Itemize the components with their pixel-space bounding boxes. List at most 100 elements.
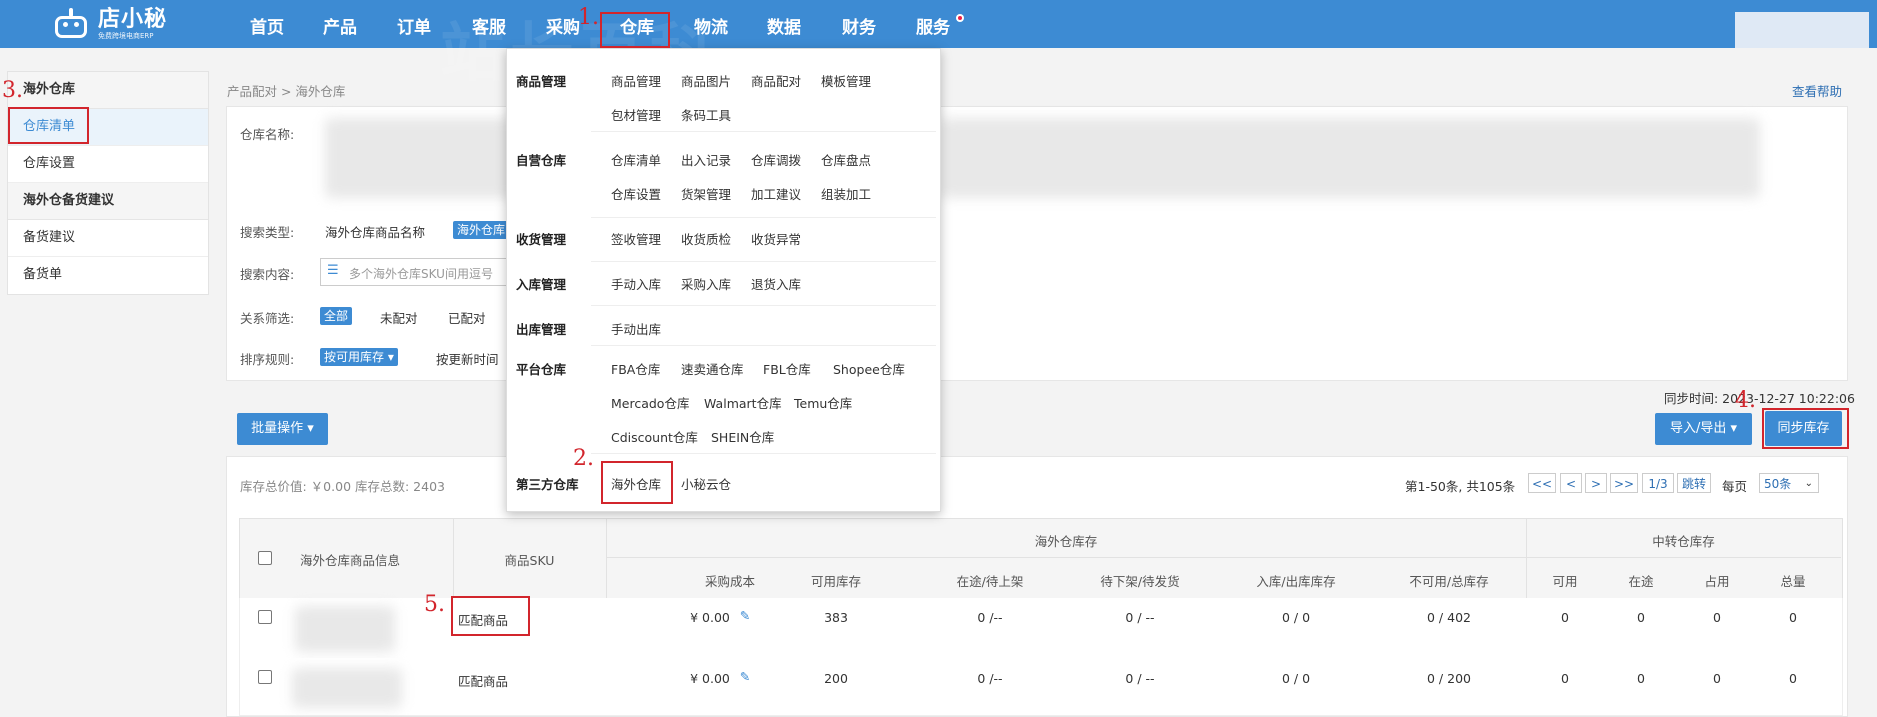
notification-dot-icon xyxy=(956,14,964,22)
dd-item[interactable]: 货架管理 xyxy=(681,184,731,203)
user-account-area[interactable] xyxy=(1735,12,1869,48)
relation-paired[interactable]: 已配对 xyxy=(448,308,486,327)
breadcrumb: 产品配对 > 海外仓库 xyxy=(227,84,346,99)
dd-item[interactable]: FBA仓库 xyxy=(611,359,660,378)
dd-cat-third-party-warehouse: 第三方仓库 xyxy=(516,477,579,492)
nav-order[interactable]: 订单 xyxy=(397,0,431,48)
product-thumbnail[interactable] xyxy=(292,668,402,708)
search-placeholder: 多个海外仓库SKU间用逗号 xyxy=(349,267,493,281)
dd-item[interactable]: 仓库设置 xyxy=(611,184,661,203)
sort-label: 排序规则: xyxy=(240,352,295,367)
pager-range: 第1-50条, 共105条 xyxy=(1405,479,1516,494)
sidebar-item-stock-order[interactable]: 备货单 xyxy=(8,257,208,293)
select-all-checkbox[interactable] xyxy=(258,551,272,565)
dd-item[interactable]: 仓库盘点 xyxy=(821,150,871,169)
sync-time: 同步时间: 2023-12-27 10:22:06 xyxy=(1664,391,1855,406)
nav-logistics[interactable]: 物流 xyxy=(694,0,728,48)
cell-transit-available: 0 xyxy=(1561,671,1569,686)
dd-item[interactable]: 退货入库 xyxy=(751,274,801,293)
pager-page-indicator[interactable]: 1/3 xyxy=(1642,473,1674,493)
dd-item[interactable]: 采购入库 xyxy=(681,274,731,293)
batch-actions-button[interactable]: 批量操作 ▾ xyxy=(237,413,328,445)
cell-unavailable-total: 0 / 402 xyxy=(1427,610,1471,625)
th-in-out-stock: 入库/出库库存 xyxy=(1256,574,1336,589)
nav-home[interactable]: 首页 xyxy=(250,0,284,48)
dd-item[interactable]: 包材管理 xyxy=(611,105,661,124)
dd-item[interactable]: 商品图片 xyxy=(681,71,731,90)
import-export-button[interactable]: 导入/导出 ▾ xyxy=(1655,413,1752,445)
sort-by-available[interactable]: 按可用库存 ▾ xyxy=(320,348,398,366)
sidebar-item-stock-suggestion[interactable]: 备货建议 xyxy=(8,220,208,257)
cell-transit-in-transit: 0 xyxy=(1637,610,1645,625)
edit-icon[interactable]: ✎ xyxy=(738,608,752,623)
dd-item[interactable]: 仓库清单 xyxy=(611,150,661,169)
dd-item[interactable]: 模板管理 xyxy=(821,71,871,90)
dd-item[interactable]: FBL仓库 xyxy=(763,359,811,378)
th-unavailable-total: 不可用/总库存 xyxy=(1409,574,1489,589)
dd-item[interactable]: 组装加工 xyxy=(821,184,871,203)
dd-item[interactable]: 手动出库 xyxy=(611,319,661,338)
sort-by-update-time[interactable]: 按更新时间 xyxy=(436,349,499,368)
dd-item[interactable]: 速卖通仓库 xyxy=(681,359,744,378)
dd-item[interactable]: 商品管理 xyxy=(611,71,661,90)
pager-first[interactable]: << xyxy=(1528,473,1556,493)
dd-cat-platform-warehouse: 平台仓库 xyxy=(516,362,567,377)
per-page-select[interactable]: 50条 ⌄ xyxy=(1759,473,1819,493)
cell-cost: ¥ 0.00 xyxy=(690,610,730,625)
nav-data[interactable]: 数据 xyxy=(767,0,801,48)
dd-item[interactable]: Walmart仓库 xyxy=(704,393,782,412)
dd-item[interactable]: 收货质检 xyxy=(681,229,731,248)
pager-last[interactable]: >> xyxy=(1610,473,1638,493)
dd-item[interactable]: 出入记录 xyxy=(681,150,731,169)
dd-item[interactable]: 条码工具 xyxy=(681,105,731,124)
dd-item[interactable]: 签收管理 xyxy=(611,229,661,248)
dd-item[interactable]: 加工建议 xyxy=(751,184,801,203)
th-transit-available: 可用 xyxy=(1552,574,1578,589)
sidebar-item-warehouse-settings[interactable]: 仓库设置 xyxy=(8,146,208,183)
dd-item[interactable]: 小秘云仓 xyxy=(681,474,731,493)
search-type-overseas[interactable]: 海外仓库 xyxy=(453,221,510,239)
pager-next[interactable]: > xyxy=(1585,473,1607,493)
cell-in-out: 0 / 0 xyxy=(1281,671,1311,686)
dd-item[interactable]: Mercado仓库 xyxy=(611,393,689,412)
product-thumbnail[interactable] xyxy=(295,606,395,652)
dd-item[interactable]: Cdiscount仓库 xyxy=(611,427,698,446)
dd-item[interactable]: 手动入库 xyxy=(611,274,661,293)
logo-name: 店小秘 xyxy=(98,6,168,32)
top-nav-bar: 店小秘 免费跨境电商ERP 首页 产品 订单 客服 采购 仓库 物流 数据 财务… xyxy=(0,0,1877,48)
search-type-name[interactable]: 海外仓库商品名称 xyxy=(325,222,425,241)
relation-unpaired[interactable]: 未配对 xyxy=(380,308,418,327)
edit-icon[interactable]: ✎ xyxy=(738,669,752,684)
dd-item[interactable]: Shopee仓库 xyxy=(833,359,905,378)
warehouse-name-blurred[interactable] xyxy=(325,118,520,198)
cell-transit-occupied: 0 xyxy=(1713,671,1721,686)
annotation-step-2: 2. xyxy=(573,446,594,471)
cell-available: 383 xyxy=(824,610,848,625)
dd-item[interactable]: 收货异常 xyxy=(751,229,801,248)
search-input[interactable]: ☰ 多个海外仓库SKU间用逗号 xyxy=(320,258,510,286)
cell-transit-total: 0 xyxy=(1789,610,1797,625)
nav-finance[interactable]: 财务 xyxy=(842,0,876,48)
match-product-link[interactable]: 匹配商品 xyxy=(458,671,518,690)
pager-prev[interactable]: < xyxy=(1560,473,1582,493)
th-in-transit: 在途/待上架 xyxy=(956,574,1024,589)
cell-transit-in-transit: 0 xyxy=(1637,671,1645,686)
highlight-match-product-link xyxy=(451,596,530,636)
pager-jump[interactable]: 跳转 xyxy=(1677,473,1711,493)
logo[interactable]: 店小秘 免费跨境电商ERP xyxy=(50,6,167,42)
row-checkbox[interactable] xyxy=(258,670,272,684)
nav-services[interactable]: 服务 xyxy=(916,0,950,48)
dd-item[interactable]: Temu仓库 xyxy=(794,393,852,412)
relation-all[interactable]: 全部 xyxy=(320,307,353,325)
nav-product[interactable]: 产品 xyxy=(323,0,357,48)
warehouse-name-label: 仓库名称: xyxy=(240,127,295,142)
dd-item[interactable]: 仓库调拨 xyxy=(751,150,801,169)
nav-purchase[interactable]: 采购 xyxy=(546,0,580,48)
robot-logo-icon xyxy=(50,8,92,40)
cell-transit-total: 0 xyxy=(1789,671,1797,686)
help-link[interactable]: 查看帮助 xyxy=(1792,81,1842,100)
row-checkbox[interactable] xyxy=(258,610,272,624)
dd-item[interactable]: 商品配对 xyxy=(751,71,801,90)
dd-item[interactable]: SHEIN仓库 xyxy=(711,427,774,446)
nav-service[interactable]: 客服 xyxy=(472,0,506,48)
